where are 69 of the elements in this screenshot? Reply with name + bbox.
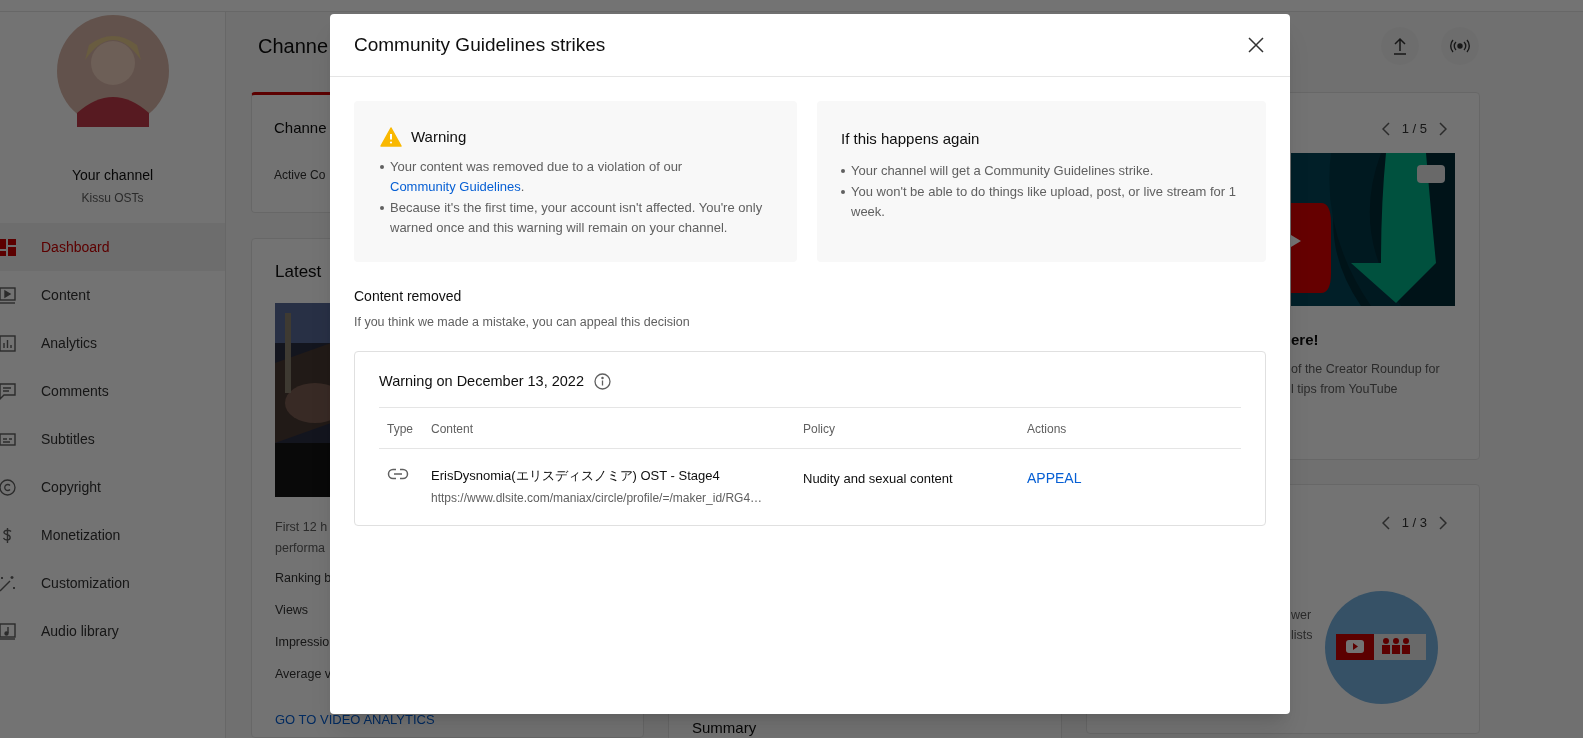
upload-icon <box>1393 37 1407 55</box>
bullet-icon <box>380 205 384 210</box>
copyright-icon <box>0 478 16 496</box>
section-subtitle: If you think we made a mistake, you can appeal this decision <box>354 314 690 331</box>
sidebar-item[interactable]: Copyright <box>0 463 225 511</box>
chevron-left-icon[interactable] <box>1381 121 1390 136</box>
description-text: First 12 h <box>275 518 328 536</box>
bullet-text: Your content was removed due to a violation of our Community Guidelines. <box>390 157 684 196</box>
comment-icon <box>0 382 16 400</box>
metric-label: Views <box>275 601 309 619</box>
dashboard-icon <box>0 238 16 256</box>
video-analytics-link[interactable]: GO TO VIDEO ANALYTICS <box>275 709 435 729</box>
metric-label: Impressio <box>275 633 330 651</box>
broadcast-icon <box>1449 39 1471 53</box>
info-icon[interactable] <box>594 373 611 391</box>
description-text: l tips from YouTube <box>1291 381 1398 398</box>
bullet-icon <box>841 168 845 173</box>
column-header: Content <box>431 421 474 436</box>
community-guidelines-link[interactable]: Community Guidelines <box>390 178 521 194</box>
channel-name: Kissu OSTs <box>81 190 144 207</box>
description-text: performa <box>275 539 326 557</box>
page-title: Channe <box>258 34 329 59</box>
bullet-text: You won't be able to do things like upload, post, or live stream for 1 week. <box>851 182 1237 221</box>
chevron-right-icon[interactable] <box>1439 515 1447 530</box>
sidebar-item[interactable]: Audio library <box>0 607 225 655</box>
sidebar-item[interactable]: Analytics <box>0 319 225 367</box>
description-text: wer <box>1291 606 1312 624</box>
card-title: Summary <box>692 718 757 738</box>
sidebar-item[interactable]: Monetization <box>0 511 225 559</box>
subtitles-icon <box>0 430 16 448</box>
appeal-link[interactable]: APPEAL <box>1027 469 1082 486</box>
dialog-title: Community Guidelines strikes <box>354 32 606 57</box>
card-title: Channe <box>274 118 327 138</box>
chevron-right-icon[interactable] <box>1439 121 1447 136</box>
description-text: lists <box>1291 626 1313 644</box>
panel-title: If this happens again <box>841 129 980 149</box>
column-header: Type <box>387 421 413 436</box>
channel-title: Your channel <box>71 166 154 185</box>
warning-icon <box>380 127 402 148</box>
content-url: https://www.dlsite.com/maniax/circle/profile/=/maker_id/RG4… <box>431 490 764 508</box>
sidebar-item[interactable]: Subtitles <box>0 415 225 463</box>
card-title: Latest <box>275 261 322 283</box>
video-icon <box>0 286 16 304</box>
magic-wand-icon <box>0 574 16 592</box>
close-icon[interactable] <box>1248 37 1264 53</box>
strike-title: Warning on December 13, 2022 <box>379 371 584 391</box>
card-title: ere! <box>1291 329 1319 350</box>
sidebar-item[interactable]: Comments <box>0 367 225 415</box>
bullet-text: Your channel will get a Community Guidelines strike. <box>851 161 1154 180</box>
sidebar-item[interactable]: Customization <box>0 559 225 607</box>
policy-text: Nudity and sexual content <box>803 470 953 486</box>
sidebar-item[interactable]: Content <box>0 271 225 319</box>
bullet-text: Because it's the first time, your account isn't affected. You're only warned once and this warning will remain on your channel. <box>390 198 764 237</box>
page-counter: 1 / 3 <box>1401 514 1427 532</box>
column-header: Actions <box>1027 421 1067 436</box>
card-text: Active Co <box>274 166 326 184</box>
music-note-icon <box>0 622 16 640</box>
content-title: ErisDysnomia(エリスディスノミア) OST - Stage4 <box>431 466 721 485</box>
bullet-icon <box>380 164 384 169</box>
bullet-icon <box>841 189 845 194</box>
column-header: Policy <box>803 421 835 436</box>
bar-chart-icon <box>0 334 16 352</box>
page-counter: 1 / 5 <box>1401 120 1427 138</box>
chevron-left-icon[interactable] <box>1381 515 1390 530</box>
section-title: Content removed <box>354 287 462 306</box>
sidebar-item[interactable]: Dashboard <box>0 223 225 271</box>
panel-title: Warning <box>411 127 467 147</box>
link-icon <box>387 467 409 480</box>
description-text: of the Creator Roundup for <box>1291 361 1440 378</box>
